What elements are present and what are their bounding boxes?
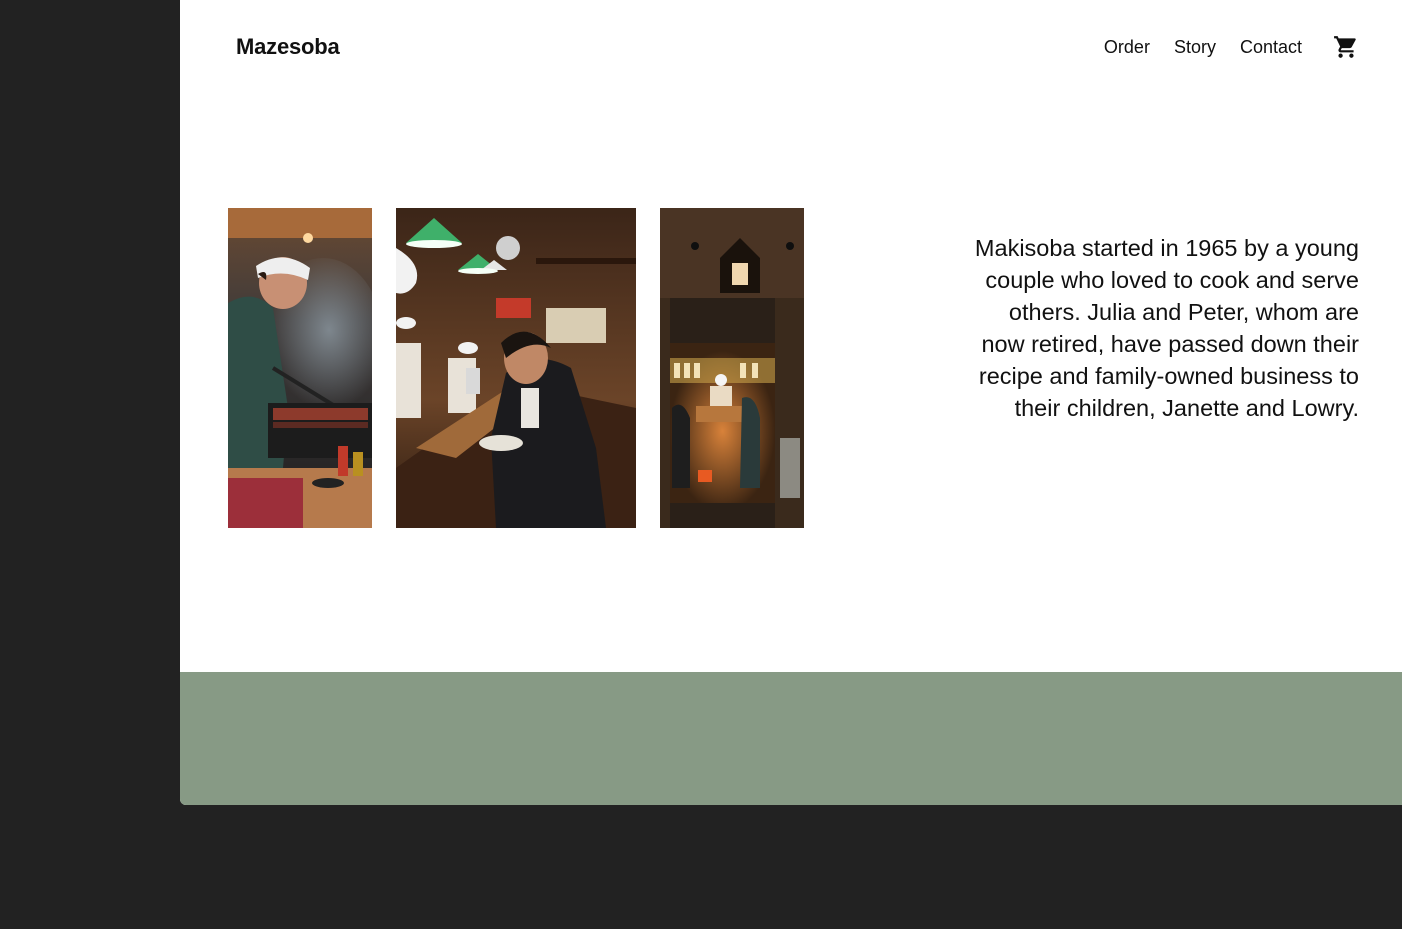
footer-band [180,672,1402,805]
page-card: Mazesoba Order Story Contact Makisoba st… [180,0,1402,805]
site-header: Mazesoba Order Story Contact [180,0,1402,96]
nav-story[interactable]: Story [1174,37,1216,58]
photo-restaurant-entrance [660,208,804,528]
main-nav: Order Story Contact [1104,37,1302,58]
nav-order[interactable]: Order [1104,37,1150,58]
brand-logo[interactable]: Mazesoba [236,34,340,60]
story-paragraph: Makisoba started in 1965 by a young coup… [974,234,1359,421]
photo-cook-grilling [228,208,372,528]
shopping-cart-icon[interactable] [1333,34,1359,60]
nav-contact[interactable]: Contact [1240,37,1302,58]
photo-ramen-counter [396,208,636,528]
